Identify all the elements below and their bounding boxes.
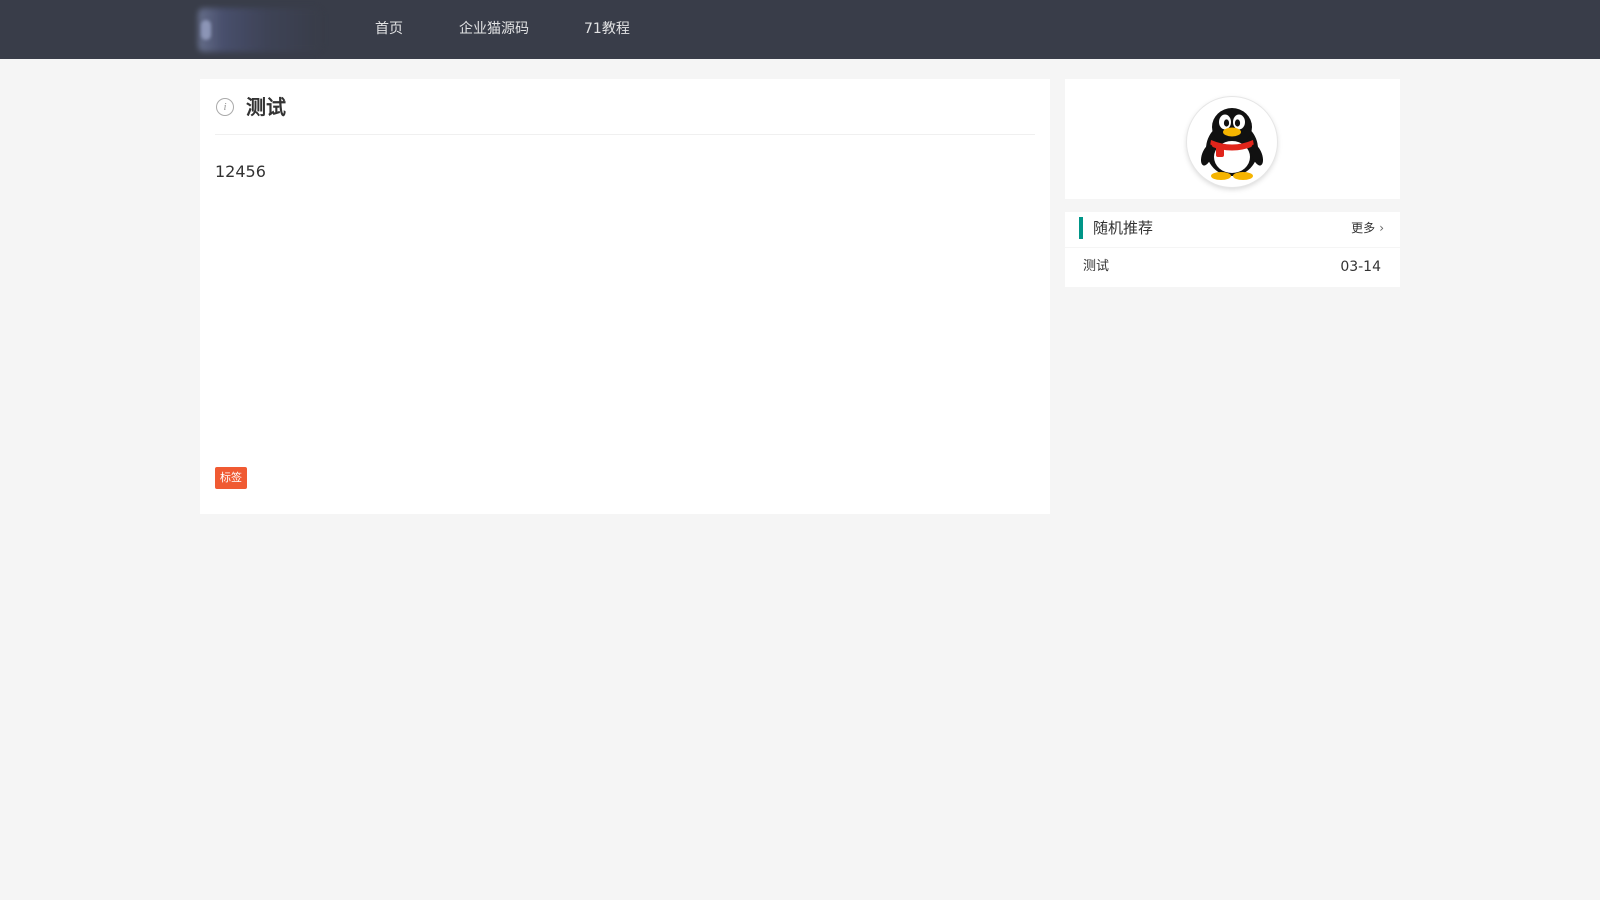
chevron-right-icon: › xyxy=(1379,221,1384,235)
profile-card xyxy=(1065,79,1400,199)
top-navbar: 首页 企业猫源码 71教程 xyxy=(0,0,1600,59)
site-logo[interactable] xyxy=(198,8,322,52)
info-circle-icon: i xyxy=(216,98,234,116)
recommend-title: 随机推荐 xyxy=(1093,219,1154,237)
divider xyxy=(1065,247,1400,248)
logo-mark-icon xyxy=(201,20,211,40)
section-accent-bar xyxy=(1079,217,1083,239)
more-label: 更多 xyxy=(1351,221,1376,235)
list-item[interactable]: 测试 03-14 xyxy=(1083,255,1381,279)
article-content: 12456 xyxy=(215,162,266,181)
recommend-card: 随机推荐 更多 › 测试 03-14 xyxy=(1065,212,1400,287)
article-card: i 测试 12456 标签 xyxy=(200,79,1050,514)
list-item-title: 测试 xyxy=(1083,259,1110,274)
more-link[interactable]: 更多 › xyxy=(1351,218,1384,238)
list-item-date: 03-14 xyxy=(1340,259,1381,275)
article-header: i 测试 xyxy=(215,79,1035,135)
avatar[interactable] xyxy=(1187,97,1277,187)
nav-source-code-link[interactable]: 企业猫源码 xyxy=(459,0,529,59)
article-tag[interactable]: 标签 xyxy=(215,467,247,489)
article-title: 测试 xyxy=(246,95,286,119)
nav-home-link[interactable]: 首页 xyxy=(375,0,403,59)
nav-tutorial-link[interactable]: 71教程 xyxy=(584,0,630,59)
qq-penguin-icon xyxy=(1200,108,1264,180)
